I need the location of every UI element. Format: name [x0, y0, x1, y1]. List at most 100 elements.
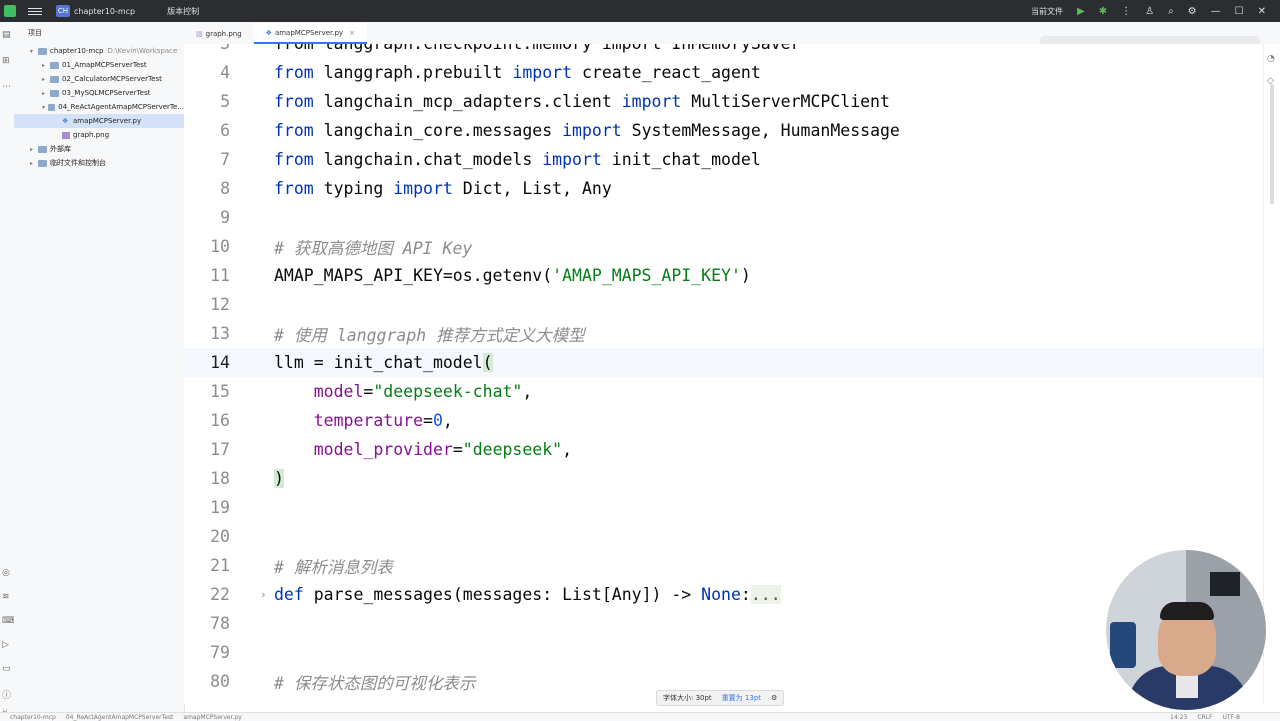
- code-token: langchain.chat_models: [313, 150, 543, 169]
- maximize-icon[interactable]: ☐: [1235, 6, 1244, 17]
- code-line[interactable]: 7 from langchain.chat_models import init_…: [184, 145, 1264, 174]
- chevron-right-icon[interactable]: ▸: [42, 62, 50, 69]
- close-icon[interactable]: ✕: [1258, 6, 1266, 17]
- breadcrumb-folder[interactable]: 04_ReActAgentAmapMCPServerTest: [66, 714, 174, 721]
- tree-item[interactable]: ▸ 01_AmapMCPServerTest: [14, 58, 184, 72]
- code-line[interactable]: 78: [184, 609, 1264, 638]
- cursor-position[interactable]: 14:23: [1170, 714, 1187, 721]
- code-line[interactable]: 17 model_provider="deepseek",: [184, 435, 1264, 464]
- more-actions-icon[interactable]: ⋮: [1121, 6, 1131, 17]
- problems-icon[interactable]: ⓘ: [2, 688, 11, 701]
- tree-item[interactable]: ▸ 外部库: [14, 142, 184, 156]
- code-line[interactable]: 9: [184, 203, 1264, 232]
- code-line[interactable]: 3 from langgraph.checkpoint.memory import…: [184, 44, 1264, 58]
- tree-item[interactable]: ▾ chapter10-mcp D:\Kevin\Workspace: [14, 44, 184, 58]
- tree-item[interactable]: ▸ 02_CalculatorMCPServerTest: [14, 72, 184, 86]
- code-text: # 使用 langgraph 推荐方式定义大模型: [274, 322, 585, 346]
- line-ending[interactable]: CRLF: [1197, 714, 1212, 721]
- run-icon[interactable]: ▶: [1077, 6, 1085, 17]
- code-line[interactable]: 10 # 获取高德地图 API Key: [184, 232, 1264, 261]
- code-line[interactable]: 19: [184, 493, 1264, 522]
- image-file-icon: [62, 131, 70, 139]
- code-text: model="deepseek-chat",: [274, 382, 533, 401]
- reset-font-size-link[interactable]: 重置为 13pt: [722, 693, 761, 703]
- settings-gear-icon[interactable]: ⚙: [1188, 6, 1197, 17]
- main-menu-icon[interactable]: [28, 7, 42, 15]
- line-number: 6: [220, 121, 230, 140]
- breadcrumb-project[interactable]: chapter10-mcp: [10, 714, 56, 721]
- run-config-selector[interactable]: 当前文件: [1031, 6, 1063, 17]
- folder-icon: [38, 47, 47, 55]
- line-number: 78: [210, 614, 230, 633]
- line-number: 11: [210, 266, 230, 285]
- tree-item[interactable]: ▸ 临时文件和控制台: [14, 156, 184, 170]
- layers-icon[interactable]: ≋: [2, 592, 10, 602]
- code-token: 'AMAP_MAPS_API_KEY': [552, 266, 741, 285]
- tree-item-label: 外部库: [50, 145, 71, 153]
- code-line[interactable]: 15 model="deepseek-chat",: [184, 377, 1264, 406]
- code-line[interactable]: 5 from langchain_mcp_adapters.client impo…: [184, 87, 1264, 116]
- line-number: 19: [210, 498, 230, 517]
- code-line[interactable]: 20: [184, 522, 1264, 551]
- line-number: 7: [220, 150, 230, 169]
- minimize-icon[interactable]: —: [1211, 6, 1221, 17]
- chevron-right-icon[interactable]: ▸: [42, 90, 50, 97]
- run-tool-icon[interactable]: ▷: [2, 640, 9, 650]
- code-line[interactable]: 11 AMAP_MAPS_API_KEY=os.getenv('AMAP_MAPS…: [184, 261, 1264, 290]
- tree-item-label: 01_AmapMCPServerTest: [62, 61, 147, 69]
- tree-item[interactable]: ▸ 03_MySQLMCPServerTest: [14, 86, 184, 100]
- account-icon[interactable]: ♙: [1145, 6, 1154, 17]
- notifications-icon[interactable]: ◔: [1267, 54, 1275, 64]
- line-number: 16: [210, 411, 230, 430]
- code-token: # 保存状态图的可视化表示: [274, 673, 476, 693]
- chevron-right-icon[interactable]: ▸: [30, 146, 38, 153]
- tree-item-label: chapter10-mcp: [50, 47, 104, 55]
- breadcrumb-file[interactable]: amapMCPServer.py: [183, 714, 241, 721]
- chevron-down-icon[interactable]: ▾: [30, 48, 38, 55]
- editor-scrollbar[interactable]: [1270, 84, 1274, 204]
- tab-close-icon[interactable]: ×: [349, 29, 355, 37]
- code-line[interactable]: 13 # 使用 langgraph 推荐方式定义大模型: [184, 319, 1264, 348]
- code-line[interactable]: 22 › def parse_messages(messages: List[Any…: [184, 580, 1264, 609]
- code-token: model: [313, 382, 364, 401]
- editor-tab[interactable]: ▧ graph.png: [184, 23, 254, 44]
- editor-tab[interactable]: ❖ amapMCPServer.py ×: [253, 23, 367, 44]
- code-line[interactable]: 4 from langgraph.prebuilt import create_r…: [184, 58, 1264, 87]
- code-text: ): [274, 469, 284, 488]
- code-line[interactable]: 8 from typing import Dict, List, Any: [184, 174, 1264, 203]
- chevron-right-icon[interactable]: ▸: [30, 160, 38, 167]
- file-encoding[interactable]: UTF-8: [1223, 714, 1241, 721]
- project-panel-header[interactable]: 项目: [14, 22, 184, 44]
- code-line[interactable]: 14 llm = init_chat_model(: [184, 348, 1264, 377]
- code-text: from langchain_core.messages import Syst…: [274, 121, 900, 140]
- left-tool-strip: ▤ ⊞ ⋯ ◎ ≋ ⌨ ▷ ▭ ⓘ ⑂: [0, 22, 15, 720]
- project-tool-icon[interactable]: ▤: [2, 30, 11, 40]
- code-token: from langgraph.checkpoint.memory import …: [274, 44, 801, 53]
- fold-expand-icon[interactable]: ›: [260, 588, 267, 601]
- python-packages-icon[interactable]: ◎: [2, 568, 10, 578]
- tree-item[interactable]: ▾ 04_ReActAgentAmapMCPServerTe...: [14, 100, 184, 114]
- vcs-menu[interactable]: 版本控制: [167, 6, 199, 17]
- more-tools-icon[interactable]: ⋯: [2, 82, 11, 92]
- project-selector[interactable]: chapter10-mcp: [74, 7, 135, 16]
- chevron-right-icon[interactable]: ▸: [42, 76, 50, 83]
- line-number: 9: [220, 208, 230, 227]
- code-token: ,: [562, 440, 573, 459]
- tree-item-path: D:\Kevin\Workspace: [107, 47, 178, 55]
- debug-icon[interactable]: ✱: [1099, 6, 1107, 17]
- tree-item[interactable]: ❖ amapMCPServer.py: [14, 114, 184, 128]
- search-icon[interactable]: ⌕: [1168, 6, 1174, 17]
- code-line[interactable]: 6 from langchain_core.messages import Sys…: [184, 116, 1264, 145]
- structure-tool-icon[interactable]: ⊞: [2, 56, 10, 66]
- code-editor[interactable]: 3 from langgraph.checkpoint.memory import…: [184, 44, 1264, 704]
- code-line[interactable]: 79: [184, 638, 1264, 667]
- tree-item[interactable]: graph.png: [14, 128, 184, 142]
- code-line[interactable]: 18): [184, 464, 1264, 493]
- terminal-icon[interactable]: ▭: [2, 664, 11, 674]
- code-line[interactable]: 21 # 解析消息列表: [184, 551, 1264, 580]
- code-line[interactable]: 12: [184, 290, 1264, 319]
- code-line[interactable]: 16 temperature=0,: [184, 406, 1264, 435]
- code-token: "deepseek-chat": [373, 382, 523, 401]
- font-settings-gear-icon[interactable]: ⚙: [771, 694, 777, 702]
